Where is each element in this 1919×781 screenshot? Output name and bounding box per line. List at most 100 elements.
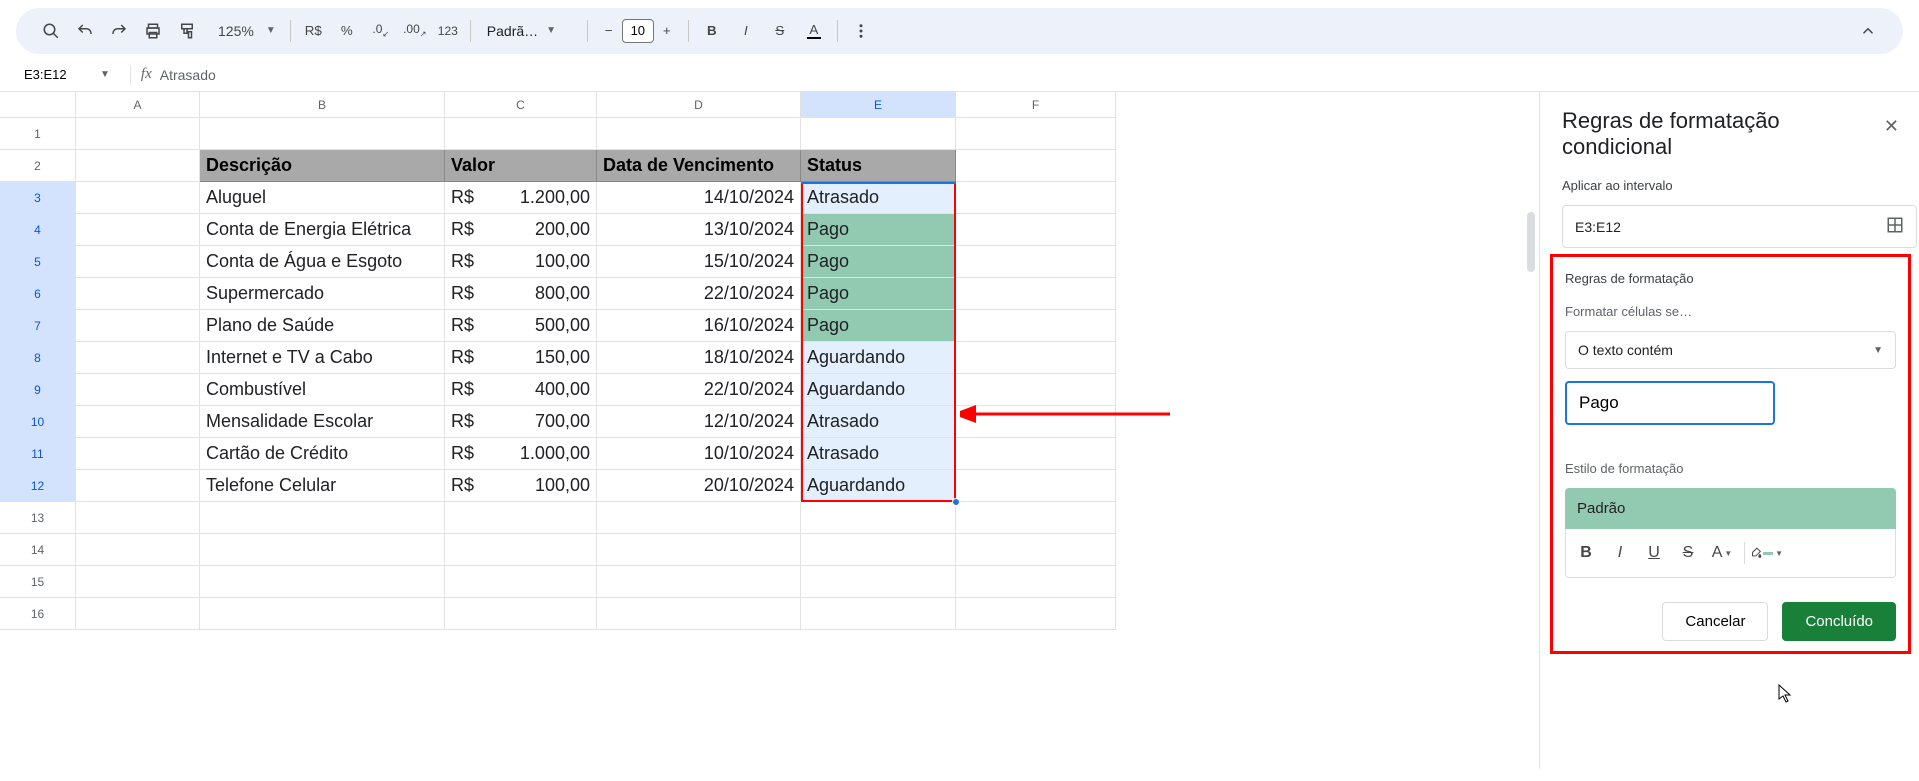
row-header[interactable]: 4: [0, 214, 76, 246]
close-button[interactable]: ✕: [1884, 116, 1899, 137]
cell[interactable]: [76, 278, 200, 310]
row-header[interactable]: 5: [0, 246, 76, 278]
cell[interactable]: Aluguel: [200, 182, 445, 214]
cell[interactable]: [956, 406, 1116, 438]
range-input-box[interactable]: E3:E12: [1562, 205, 1917, 248]
cell[interactable]: [200, 566, 445, 598]
cell[interactable]: 12/10/2024: [597, 406, 801, 438]
cell[interactable]: [445, 598, 597, 630]
row-header[interactable]: 2: [0, 150, 76, 182]
cell[interactable]: [956, 246, 1116, 278]
cell[interactable]: [801, 598, 956, 630]
cell[interactable]: [76, 310, 200, 342]
cell[interactable]: [801, 566, 956, 598]
collapse-toolbar-button[interactable]: [1853, 16, 1883, 46]
cell[interactable]: 10/10/2024: [597, 438, 801, 470]
cell[interactable]: [956, 150, 1116, 182]
select-all-corner[interactable]: [0, 92, 76, 118]
cell[interactable]: Conta de Energia Elétrica: [200, 214, 445, 246]
cell[interactable]: 13/10/2024: [597, 214, 801, 246]
row-header[interactable]: 16: [0, 598, 76, 630]
cell[interactable]: R$200,00: [445, 214, 597, 246]
cell[interactable]: Aguardando: [801, 374, 956, 406]
cancel-button[interactable]: Cancelar: [1662, 602, 1768, 641]
cell[interactable]: [956, 534, 1116, 566]
bold-button[interactable]: B: [697, 16, 727, 46]
cell[interactable]: [597, 502, 801, 534]
cell[interactable]: Pago: [801, 214, 956, 246]
cell[interactable]: Combustível: [200, 374, 445, 406]
row-header[interactable]: 12: [0, 470, 76, 502]
column-header-C[interactable]: C: [445, 92, 597, 118]
underline-button[interactable]: U: [1638, 537, 1670, 569]
cell[interactable]: R$700,00: [445, 406, 597, 438]
cell[interactable]: [76, 470, 200, 502]
cell[interactable]: Conta de Água e Esgoto: [200, 246, 445, 278]
cell[interactable]: [76, 118, 200, 150]
row-header[interactable]: 11: [0, 438, 76, 470]
cell[interactable]: [445, 534, 597, 566]
cell[interactable]: [200, 598, 445, 630]
row-header[interactable]: 8: [0, 342, 76, 374]
cell[interactable]: R$1.200,00: [445, 182, 597, 214]
cell[interactable]: [956, 182, 1116, 214]
row-header[interactable]: 10: [0, 406, 76, 438]
cell[interactable]: R$1.000,00: [445, 438, 597, 470]
cell[interactable]: Valor: [445, 150, 597, 182]
cell[interactable]: [597, 534, 801, 566]
grid-icon[interactable]: [1886, 216, 1904, 237]
cell[interactable]: [956, 598, 1116, 630]
condition-text-input[interactable]: [1565, 381, 1775, 425]
cell[interactable]: 20/10/2024: [597, 470, 801, 502]
cell[interactable]: Atrasado: [801, 406, 956, 438]
redo-button[interactable]: [104, 16, 134, 46]
cell[interactable]: Plano de Saúde: [200, 310, 445, 342]
row-header[interactable]: 1: [0, 118, 76, 150]
row-header[interactable]: 6: [0, 278, 76, 310]
cell[interactable]: Descrição: [200, 150, 445, 182]
cell[interactable]: [956, 438, 1116, 470]
cell[interactable]: Mensalidade Escolar: [200, 406, 445, 438]
cell[interactable]: [200, 502, 445, 534]
cell[interactable]: [956, 214, 1116, 246]
cell[interactable]: 22/10/2024: [597, 374, 801, 406]
cell[interactable]: [597, 598, 801, 630]
cell[interactable]: [956, 566, 1116, 598]
italic-button[interactable]: I: [731, 16, 761, 46]
strikethrough-button[interactable]: S: [1672, 537, 1704, 569]
cell[interactable]: 15/10/2024: [597, 246, 801, 278]
cell[interactable]: [76, 598, 200, 630]
cell[interactable]: R$800,00: [445, 278, 597, 310]
cell[interactable]: [801, 118, 956, 150]
cell[interactable]: R$500,00: [445, 310, 597, 342]
cell[interactable]: R$100,00: [445, 470, 597, 502]
condition-select[interactable]: O texto contém ▼: [1565, 331, 1896, 369]
row-header[interactable]: 9: [0, 374, 76, 406]
cell[interactable]: [76, 342, 200, 374]
cell[interactable]: Pago: [801, 310, 956, 342]
name-box[interactable]: ▼: [16, 63, 120, 86]
cell[interactable]: [445, 566, 597, 598]
cell[interactable]: Status: [801, 150, 956, 182]
cell[interactable]: [76, 502, 200, 534]
bold-button[interactable]: B: [1570, 537, 1602, 569]
text-color-button[interactable]: A: [799, 16, 829, 46]
column-header-A[interactable]: A: [76, 92, 200, 118]
more-button[interactable]: [846, 16, 876, 46]
cell[interactable]: R$400,00: [445, 374, 597, 406]
row-header[interactable]: 14: [0, 534, 76, 566]
cell[interactable]: [956, 502, 1116, 534]
cell[interactable]: 18/10/2024: [597, 342, 801, 374]
cell[interactable]: [76, 406, 200, 438]
cell[interactable]: [956, 278, 1116, 310]
row-header[interactable]: 3: [0, 182, 76, 214]
cell[interactable]: [200, 118, 445, 150]
done-button[interactable]: Concluído: [1782, 602, 1896, 641]
cell[interactable]: Supermercado: [200, 278, 445, 310]
cell[interactable]: [956, 342, 1116, 374]
cell[interactable]: [76, 534, 200, 566]
cell[interactable]: Pago: [801, 246, 956, 278]
cell[interactable]: [597, 566, 801, 598]
fill-color-button[interactable]: ▼: [1751, 537, 1783, 569]
cell[interactable]: 16/10/2024: [597, 310, 801, 342]
